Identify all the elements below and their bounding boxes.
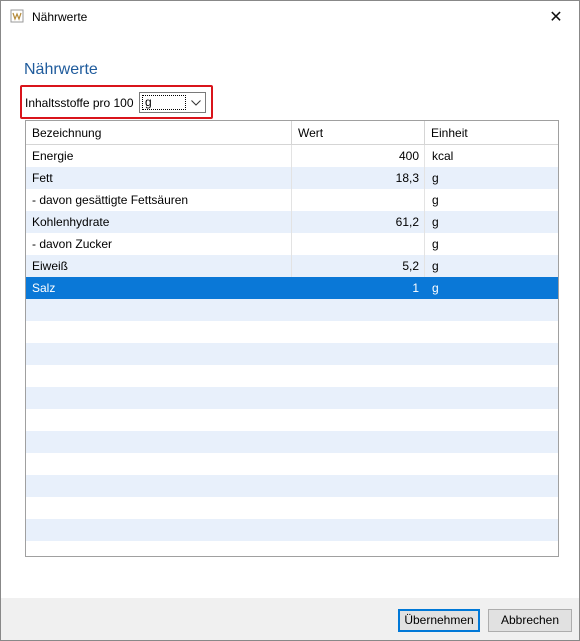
window-title: Nährwerte [32, 10, 88, 24]
cell-name: - davon Zucker [26, 233, 292, 255]
empty-row[interactable] [26, 475, 558, 497]
app-icon [10, 9, 24, 23]
title-bar: Nährwerte ✕ [1, 1, 579, 32]
cell-value: 61,2 [292, 211, 425, 233]
empty-row[interactable] [26, 299, 558, 321]
cell-name: - davon gesättigte Fettsäuren [26, 189, 292, 211]
cell-unit: g [432, 259, 439, 273]
cell-name: Kohlenhydrate [26, 211, 292, 233]
empty-row[interactable] [26, 343, 558, 365]
cancel-button[interactable]: Abbrechen [488, 609, 572, 632]
empty-row[interactable] [26, 409, 558, 431]
cell-value: 1 [292, 277, 425, 299]
nutrition-table[interactable]: Bezeichnung Wert Einheit Energie 400 kcal F… [25, 120, 559, 557]
empty-row[interactable] [26, 497, 558, 519]
unit-select-value: g [142, 95, 186, 110]
cell-unit: g [432, 193, 439, 207]
empty-row[interactable] [26, 431, 558, 453]
cell-unit: g [432, 281, 439, 295]
unit-select[interactable]: g [139, 92, 206, 113]
cell-name: Energie [26, 145, 292, 167]
dialog-window: Nährwerte ✕ Nährwerte Inhaltsstoffe pro … [0, 0, 580, 641]
cell-value: 5,2 [292, 255, 425, 277]
apply-button[interactable]: Übernehmen [398, 609, 480, 632]
table-header: Bezeichnung Wert Einheit [26, 121, 558, 145]
table-row[interactable]: Energie 400 kcal [26, 145, 558, 167]
column-header-name[interactable]: Bezeichnung [26, 121, 292, 145]
table-row[interactable]: - davon gesättigte Fettsäuren g [26, 189, 558, 211]
empty-row[interactable] [26, 519, 558, 541]
column-header-unit[interactable]: Einheit [425, 121, 558, 145]
cell-value [292, 189, 425, 211]
cell-unit: g [432, 215, 439, 229]
page-title: Nährwerte [24, 61, 98, 78]
button-bar: Übernehmen Abbrechen [1, 598, 579, 640]
cell-name: Fett [26, 167, 292, 189]
empty-row[interactable] [26, 541, 558, 556]
close-icon: ✕ [549, 8, 563, 26]
unit-label: Inhaltsstoffe pro 100 [25, 96, 134, 110]
cell-value: 400 [292, 145, 425, 167]
chevron-down-icon[interactable] [187, 93, 205, 112]
table-row[interactable]: Kohlenhydrate 61,2 g [26, 211, 558, 233]
close-button[interactable]: ✕ [533, 1, 579, 32]
cell-unit: kcal [432, 149, 454, 163]
empty-row[interactable] [26, 321, 558, 343]
cell-name: Eiweiß [26, 255, 292, 277]
cell-value: 18,3 [292, 167, 425, 189]
empty-row[interactable] [26, 387, 558, 409]
empty-row[interactable] [26, 365, 558, 387]
cell-name: Salz [26, 277, 292, 299]
table-row[interactable]: - davon Zucker g [26, 233, 558, 255]
table-row[interactable]: Fett 18,3 g [26, 167, 558, 189]
dialog-content: Nährwerte Inhaltsstoffe pro 100 g Bezeic… [1, 32, 579, 598]
cell-unit: g [432, 171, 439, 185]
cell-value [292, 233, 425, 255]
table-row[interactable]: Eiweiß 5,2 g [26, 255, 558, 277]
table-row[interactable]: Salz 1 g [26, 277, 558, 299]
cell-unit: g [432, 237, 439, 251]
empty-row[interactable] [26, 453, 558, 475]
column-header-value[interactable]: Wert [292, 121, 425, 145]
